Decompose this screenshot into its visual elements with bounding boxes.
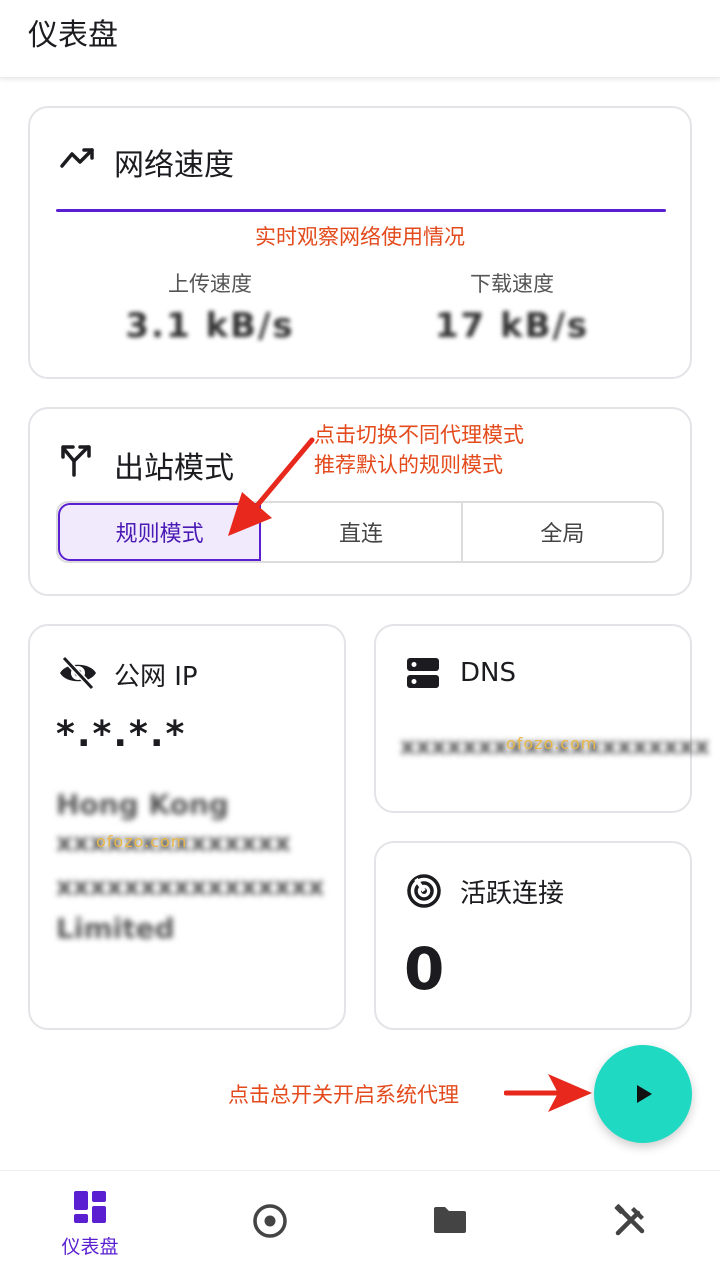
nav-item-profiles[interactable]	[360, 1171, 540, 1266]
ip-watermark: ofozo.com	[96, 832, 188, 851]
tools-icon	[614, 1204, 645, 1236]
annotation-arrow-icon	[228, 437, 315, 536]
speed-annotation: 实时观察网络使用情况	[255, 225, 465, 249]
fork-icon	[61, 445, 91, 477]
trending-icon	[60, 148, 94, 168]
dns-card: DNS xxxxxxxxxxxxxxxxxxxx ofozo.com	[374, 624, 710, 813]
upload-speed: 上传速度 3.1 kB/s	[60, 268, 360, 346]
upload-speed-label: 上传速度	[168, 272, 252, 296]
nav-item-tools[interactable]	[540, 1171, 720, 1266]
upload-speed-value: 3.1 kB/s	[125, 306, 295, 346]
page-title: 仪表盘	[28, 18, 118, 53]
mode-selector: 规则模式 直连 全局	[56, 501, 664, 563]
speed-divider	[56, 209, 666, 212]
ip-location-line-3: xxxxxxxxxxxxxxxx	[56, 872, 325, 902]
target-icon	[253, 1204, 287, 1238]
outbound-mode-title: 出站模式	[114, 451, 234, 486]
nav-item-proxies[interactable]	[180, 1171, 360, 1266]
radar-icon	[407, 874, 441, 908]
nav-item-dashboard[interactable]: 仪表盘	[0, 1171, 180, 1266]
ip-location-line-4: Limited	[56, 912, 175, 945]
mode-option-global[interactable]: 全局	[463, 503, 662, 561]
network-speed-title: 网络速度	[114, 148, 234, 183]
start-proxy-button[interactable]	[594, 1045, 692, 1143]
dns-server-icon	[407, 658, 439, 688]
fab-annotation-arrow-icon	[504, 1074, 592, 1112]
public-ip-value: *.*.*.*	[56, 714, 187, 755]
ip-location-line-1: Hong Kong	[56, 788, 229, 821]
eye-off-icon	[60, 656, 96, 690]
dashboard-icon	[74, 1191, 106, 1223]
network-speed-card: 网络速度 实时观察网络使用情况 上传速度 3.1 kB/s 下载速度 17 kB…	[28, 106, 692, 379]
mode-annotation-line2: 推荐默认的规则模式	[314, 453, 503, 477]
top-app-bar: 仪表盘	[0, 0, 720, 78]
dns-title: DNS	[460, 658, 516, 688]
download-speed-label: 下载速度	[470, 272, 554, 296]
dns-watermark: ofozo.com	[506, 734, 598, 753]
folder-icon	[434, 1207, 466, 1233]
active-connections-card: 活跃连接 0	[374, 841, 692, 1030]
active-connections-count: 0	[404, 935, 445, 1003]
nav-label-dashboard: 仪表盘	[61, 1236, 119, 1258]
download-speed: 下载速度 17 kB/s	[362, 268, 662, 346]
fab-annotation: 点击总开关开启系统代理	[228, 1083, 459, 1107]
download-speed-value: 17 kB/s	[434, 306, 590, 346]
public-ip-title: 公网 IP	[114, 662, 198, 692]
public-ip-card: 公网 IP *.*.*.* Hong Kong xxxxxxxxxxxxxx x…	[28, 624, 346, 1030]
mode-annotation-line1: 点击切换不同代理模式	[314, 423, 524, 447]
bottom-navigation: 仪表盘	[0, 1170, 720, 1266]
active-connections-title: 活跃连接	[460, 879, 565, 909]
play-icon	[637, 1085, 652, 1103]
